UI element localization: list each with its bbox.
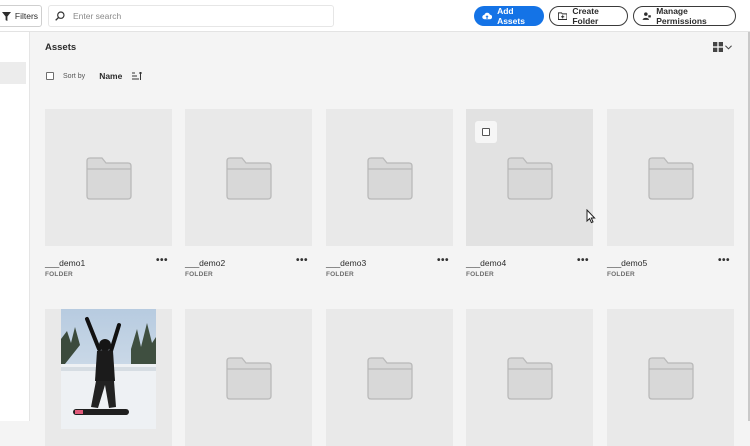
filters-label: Filters bbox=[14, 11, 39, 21]
asset-card[interactable] bbox=[466, 309, 593, 446]
asset-thumbnail[interactable] bbox=[185, 309, 312, 446]
card-select-checkbox[interactable] bbox=[475, 121, 497, 143]
folder-icon bbox=[366, 156, 413, 200]
select-all-checkbox[interactable] bbox=[46, 72, 54, 80]
asset-card[interactable]: ___demo4 FOLDER ••• bbox=[466, 109, 593, 278]
create-folder-button[interactable]: Create Folder bbox=[549, 6, 628, 26]
search-box[interactable] bbox=[48, 5, 334, 27]
asset-card[interactable]: ___demo2 FOLDER ••• bbox=[185, 109, 312, 278]
folder-icon bbox=[225, 356, 272, 400]
folder-add-icon bbox=[558, 12, 568, 20]
asset-thumbnail[interactable] bbox=[45, 309, 172, 446]
sidebar-selected-item[interactable] bbox=[0, 62, 26, 84]
filter-icon bbox=[1, 11, 11, 21]
asset-name[interactable]: ___demo3 bbox=[326, 258, 366, 268]
asset-thumbnail[interactable] bbox=[607, 309, 734, 446]
asset-type: FOLDER bbox=[326, 271, 354, 278]
asset-thumbnail[interactable] bbox=[326, 309, 453, 446]
checkbox-box bbox=[482, 128, 490, 136]
asset-thumbnail[interactable] bbox=[466, 109, 593, 246]
sort-field-selector[interactable]: Name bbox=[99, 71, 122, 81]
asset-thumbnail[interactable] bbox=[185, 109, 312, 246]
chevron-down-icon bbox=[725, 44, 732, 50]
asset-thumbnail[interactable] bbox=[326, 109, 453, 246]
more-actions-icon[interactable]: ••• bbox=[296, 255, 308, 266]
search-input[interactable] bbox=[71, 10, 315, 22]
asset-name[interactable]: ___demo2 bbox=[185, 258, 225, 268]
top-toolbar: Filters Add Assets Create Folder Manage … bbox=[0, 0, 750, 32]
folder-icon bbox=[506, 156, 553, 200]
asset-card[interactable] bbox=[607, 309, 734, 446]
more-actions-icon[interactable]: ••• bbox=[577, 255, 589, 266]
sort-by-label: Sort by bbox=[63, 72, 86, 80]
more-actions-icon[interactable]: ••• bbox=[156, 255, 168, 266]
create-folder-label: Create Folder bbox=[572, 6, 599, 26]
sort-row: Sort by Name bbox=[46, 69, 143, 83]
folder-icon bbox=[366, 356, 413, 400]
cloud-upload-icon bbox=[482, 12, 493, 20]
asset-thumbnail[interactable] bbox=[607, 109, 734, 246]
asset-name[interactable]: ___demo4 bbox=[466, 258, 506, 268]
folder-icon bbox=[506, 356, 553, 400]
asset-card[interactable]: ___demo5 FOLDER ••• bbox=[607, 109, 734, 278]
page-title: Assets bbox=[45, 42, 77, 53]
asset-card[interactable]: ___demo1 FOLDER ••• bbox=[45, 109, 172, 278]
more-actions-icon[interactable]: ••• bbox=[437, 255, 449, 266]
search-icon bbox=[55, 11, 65, 21]
snowboarder-photo bbox=[61, 309, 156, 429]
add-assets-button[interactable]: Add Assets bbox=[474, 6, 544, 26]
asset-thumbnail[interactable] bbox=[466, 309, 593, 446]
asset-type: FOLDER bbox=[185, 271, 213, 278]
folder-icon bbox=[647, 356, 694, 400]
left-sidebar bbox=[0, 32, 30, 421]
asset-thumbnail[interactable] bbox=[45, 109, 172, 246]
asset-type: FOLDER bbox=[466, 271, 494, 278]
manage-permissions-button[interactable]: Manage Permissions bbox=[633, 6, 736, 26]
view-toggle-button[interactable] bbox=[713, 42, 732, 52]
asset-card[interactable] bbox=[45, 309, 172, 446]
grid-view-icon bbox=[713, 42, 723, 52]
folder-icon bbox=[85, 156, 132, 200]
asset-name[interactable]: ___demo1 bbox=[45, 258, 85, 268]
filters-button[interactable]: Filters bbox=[0, 5, 42, 27]
mouse-cursor-icon bbox=[586, 209, 596, 224]
folder-icon bbox=[225, 156, 272, 200]
add-assets-label: Add Assets bbox=[497, 6, 525, 26]
more-actions-icon[interactable]: ••• bbox=[718, 255, 730, 266]
asset-type: FOLDER bbox=[607, 271, 635, 278]
asset-type: FOLDER bbox=[45, 271, 73, 278]
user-permissions-icon bbox=[642, 12, 651, 20]
sort-direction-button[interactable] bbox=[132, 72, 143, 80]
asset-card[interactable] bbox=[326, 309, 453, 446]
sort-ascending-icon bbox=[132, 72, 143, 80]
asset-card[interactable]: ___demo3 FOLDER ••• bbox=[326, 109, 453, 278]
manage-permissions-label: Manage Permissions bbox=[656, 6, 707, 26]
folder-icon bbox=[647, 156, 694, 200]
asset-card[interactable] bbox=[185, 309, 312, 446]
asset-name[interactable]: ___demo5 bbox=[607, 258, 647, 268]
